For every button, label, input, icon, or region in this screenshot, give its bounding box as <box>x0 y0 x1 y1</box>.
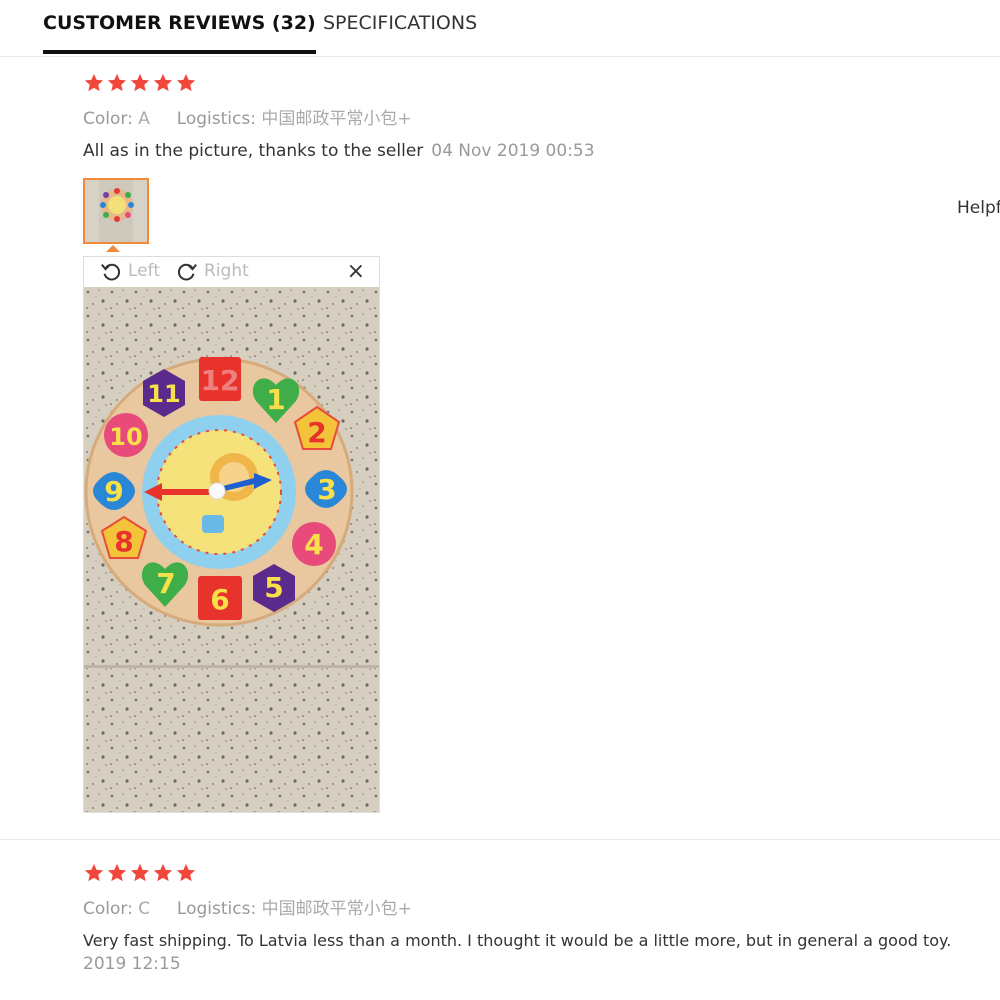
clock-number: 3 <box>317 473 336 506</box>
thumbnail-pointer <box>106 245 120 252</box>
star-icon <box>130 73 150 92</box>
clock-photo-image: 12 1 2 3 4 5 6 7 8 9 10 11 <box>84 287 379 812</box>
rotate-right-icon <box>177 263 197 281</box>
review-item: Color: C Logistics: 中国邮政平常小包+ Very fast … <box>83 862 1000 974</box>
clock-number: 10 <box>109 423 142 451</box>
rotate-right-button[interactable]: Right <box>176 260 249 282</box>
star-icon <box>84 863 104 882</box>
color-label: Color: <box>83 109 133 129</box>
rotate-left-label: Left <box>128 261 160 281</box>
star-icon <box>176 73 196 92</box>
review-item: Color: A Logistics: 中国邮政平常小包+ All as in … <box>83 72 1000 161</box>
review-text: Very fast shipping. To Latvia less than … <box>83 931 952 950</box>
clock-number: 5 <box>264 571 283 604</box>
clock-number: 9 <box>104 475 123 508</box>
review-divider <box>0 839 1000 840</box>
review-photo-thumbnail[interactable] <box>83 178 149 244</box>
clock-number: 1 <box>266 383 285 416</box>
star-rating <box>83 72 1000 94</box>
clock-thumbnail-image <box>85 180 147 242</box>
logistics-label: Logistics: <box>176 899 257 919</box>
clock-number: 8 <box>114 525 133 558</box>
tab-customer-reviews[interactable]: CUSTOMER REVIEWS (32) <box>43 12 316 54</box>
star-icon <box>176 863 196 882</box>
clock-number: 11 <box>147 380 180 408</box>
review-date: 2019 12:15 <box>83 954 181 974</box>
star-icon <box>84 73 104 92</box>
review-photo: 12 1 2 3 4 5 6 7 8 9 10 11 <box>84 287 379 812</box>
star-rating <box>83 862 1000 884</box>
rotate-left-button[interactable]: Left <box>100 260 160 282</box>
clock-number: 6 <box>210 583 229 616</box>
helpful-label[interactable]: Helpf <box>957 198 1000 218</box>
review-tabs: CUSTOMER REVIEWS (32) SPECIFICATIONS <box>0 0 1000 57</box>
close-icon[interactable]: × <box>347 259 365 284</box>
star-icon <box>130 863 150 882</box>
color-label: Color: <box>83 899 133 919</box>
review-text-line: All as in the picture, thanks to the sel… <box>83 141 1000 161</box>
color-value: A <box>138 109 150 129</box>
rotate-right-label: Right <box>204 261 249 281</box>
clock-number: 12 <box>201 364 240 397</box>
logistics-label: Logistics: <box>176 109 256 129</box>
star-icon <box>107 863 127 882</box>
star-icon <box>153 73 173 92</box>
star-icon <box>153 863 173 882</box>
color-value: C <box>138 899 151 919</box>
rotate-left-icon <box>101 263 121 281</box>
review-text: All as in the picture, thanks to the sel… <box>83 141 424 161</box>
tab-specifications[interactable]: SPECIFICATIONS <box>323 12 477 34</box>
clock-number: 2 <box>307 416 326 449</box>
viewer-toolbar: Left Right × <box>84 257 379 288</box>
clock-number: 7 <box>156 567 175 600</box>
logistics-value: 中国邮政平常小包+ <box>261 109 412 129</box>
photo-viewer: Left Right × 12 1 2 3 4 5 6 7 8 9 10 11 <box>83 256 380 813</box>
review-meta: Color: C Logistics: 中国邮政平常小包+ <box>83 894 1000 919</box>
review-date: 04 Nov 2019 00:53 <box>431 141 595 161</box>
star-icon <box>107 73 127 92</box>
logistics-value: 中国邮政平常小包+ <box>261 899 412 919</box>
clock-number: 4 <box>304 528 323 561</box>
review-meta: Color: A Logistics: 中国邮政平常小包+ <box>83 104 1000 129</box>
